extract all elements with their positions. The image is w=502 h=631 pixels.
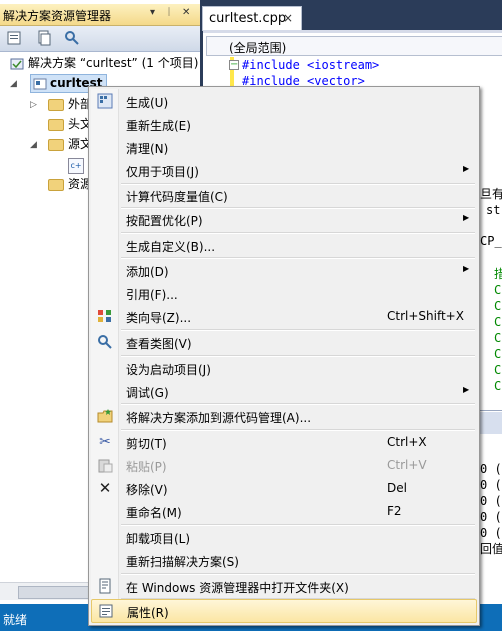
menu-item-rename[interactable]: 重命名(M) F2 [91,500,475,522]
tree-item-headers[interactable]: 头文 [48,115,92,133]
menu-item-paste[interactable]: 粘贴(P) Ctrl+V [91,454,475,476]
scope-dropdown[interactable]: (全局范围) [206,36,502,56]
code-fragment: C [494,299,502,313]
pin-icon[interactable]: ᛁ [166,7,172,18]
menu-item-properties[interactable]: 属性(R) [91,599,477,623]
submenu-arrow-icon: ▶ [463,213,470,222]
solution-icon [10,58,24,69]
output-line: 回值 [480,542,502,556]
code-fragment: 措 [494,267,502,281]
menu-item-rescan-solution[interactable]: 重新扫描解决方案(S) [91,549,475,571]
menu-item-set-startup[interactable]: 设为启动项目(J) [91,357,475,379]
menu-item-cut[interactable]: ✂ 剪切(T) Ctrl+X [91,431,475,453]
submenu-arrow-icon: ▶ [463,264,470,273]
menu-item-class-wizard[interactable]: 类向导(Z)... Ctrl+Shift+X [91,305,475,327]
menu-item-references[interactable]: 引用(F)... [91,282,475,304]
solution-node[interactable]: 解决方案 “curltest” (1 个项目) [10,54,198,72]
menu-item-build[interactable]: 生成(U) [91,90,475,112]
menu-item-view-class-diagram[interactable]: 查看类图(V) [91,331,475,353]
folder-open-icon [48,138,64,151]
open-folder-icon [97,578,113,594]
menu-item-unload-project[interactable]: 卸载项目(L) [91,526,475,548]
code-fragment: C [494,379,502,393]
collapse-icon[interactable]: ◢ [30,140,37,150]
tab-close-icon[interactable]: × [283,11,293,25]
scope-label: (全局范围) [229,41,287,55]
class-diagram-icon [97,334,113,350]
build-icon [97,93,113,109]
context-menu: 生成(U) 重新生成(E) 清理(N) 仅用于项目(J) ▶ 计算代码度量值(C)… [88,86,480,626]
menu-item-pgo[interactable]: 按配置优化(P) ▶ [91,208,475,230]
code-line: #include <iostream> [242,58,380,72]
code-fragment: 旦有 [480,187,502,201]
project-icon [33,78,47,89]
code-fragment: C [494,347,502,361]
output-line: 0 ( [480,526,502,540]
cut-icon: ✂ [99,434,111,450]
tab-label: curltest.cpp [209,11,287,26]
remove-icon: ✕ [98,479,112,497]
dropdown-arrow-icon[interactable]: ▾ [150,7,155,18]
solution-explorer-toolbar [0,26,200,52]
tree-item-sources[interactable]: 源文 [48,135,92,153]
folder-icon [48,118,64,131]
code-fragment: C [494,315,502,329]
expand-icon[interactable]: ▷ [30,100,37,110]
status-text: 就绪 [3,613,28,627]
output-line: 0 ( [480,494,502,508]
menu-item-code-metrics[interactable]: 计算代码度量值(C) [91,184,475,206]
code-fragment: st [486,203,501,217]
menu-item-debug[interactable]: 调试(G) ▶ [91,380,475,402]
output-line: 0 ( [480,478,502,492]
class-wizard-icon [97,308,113,324]
tree-item-external-deps[interactable]: 外部 [48,95,92,113]
menu-item-open-folder-in-explorer[interactable]: 在 Windows 资源管理器中打开文件夹(X) [91,575,475,597]
menu-item-project-only[interactable]: 仅用于项目(J) ▶ [91,159,475,181]
menu-item-add[interactable]: 添加(D) ▶ [91,259,475,281]
cpp-file-icon: c+ [68,158,84,174]
solution-explorer-title: 解决方案资源管理器 [3,9,112,23]
collapse-icon[interactable]: ◢ [10,79,17,89]
menu-item-clean[interactable]: 清理(N) [91,136,475,158]
solution-explorer-title-bar: 解决方案资源管理器 ▾ ᛁ ✕ [0,4,200,26]
paste-icon [97,457,113,473]
submenu-arrow-icon: ▶ [463,385,470,394]
output-line: 0 ( [480,510,502,524]
menu-item-rebuild[interactable]: 重新生成(E) [91,113,475,135]
source-control-icon [97,408,113,424]
show-all-files-icon[interactable] [36,30,52,46]
class-view-icon[interactable] [64,30,80,46]
tree-item-cpp-file[interactable]: c+ [68,155,84,174]
tab-curltest-cpp[interactable]: curltest.cpp × [202,6,302,31]
menu-item-add-to-source-control[interactable]: 将解决方案添加到源代码管理(A)... [91,405,475,427]
code-fragment: CP_ [480,234,502,248]
tree-item-resources[interactable]: 资源 [48,175,92,193]
folder-icon [48,178,64,191]
close-icon[interactable]: ✕ [182,7,190,18]
folder-icon [48,98,64,111]
output-panel-header [478,412,502,434]
solution-label: 解决方案 “curltest” (1 个项目) [28,56,199,70]
output-line: 0 ( [480,462,502,476]
properties-icon [98,603,114,619]
code-fragment: C [494,363,502,377]
menu-item-build-customizations[interactable]: 生成自定义(B)... [91,234,475,256]
code-fragment: C [494,283,502,297]
menu-item-remove[interactable]: ✕ 移除(V) Del [91,477,475,499]
outline-collapse-icon[interactable]: − [229,60,239,70]
code-fragment: C [494,331,502,345]
properties-toolbar-icon[interactable] [6,30,22,46]
submenu-arrow-icon: ▶ [463,164,470,173]
